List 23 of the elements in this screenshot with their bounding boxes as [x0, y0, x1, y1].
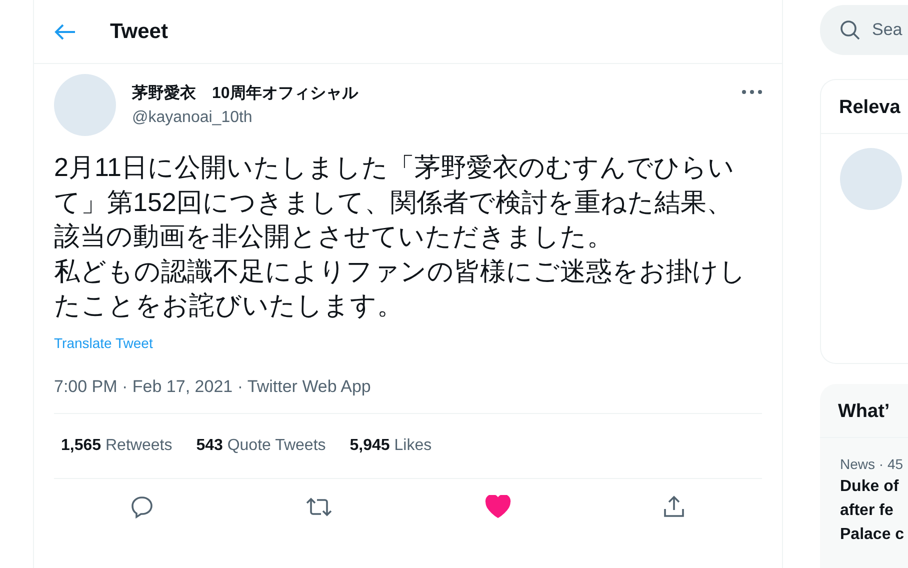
trend-headline[interactable]: Duke of after fe Palace c	[820, 474, 908, 546]
panel-title: What’	[820, 384, 908, 438]
panel-title: Releva	[821, 80, 908, 134]
author-handle[interactable]: @kayanoai_10th	[132, 106, 726, 130]
share-button[interactable]	[662, 495, 686, 520]
share-icon	[662, 495, 686, 520]
tweet-text: 私どもの認識不足によりファンの皆様にご迷惑をお掛けしたことをお詫びいたします。	[54, 254, 747, 322]
tweet-timestamp: 7:00 PM · Feb 17, 2021 · Twitter Web App	[54, 356, 762, 414]
stat-link[interactable]: 1,565 Retweets	[61, 434, 172, 458]
reply-icon	[130, 495, 154, 520]
page-title: Tweet	[110, 18, 168, 44]
tweet-text: 2月11日に公開いたしました「茅野愛衣のむすんでひらいて」第152回につきまして、関係者で検討を重ねた結果、該当の動画を非公開とさせていただきました。	[54, 151, 736, 254]
like-button[interactable]	[484, 495, 511, 520]
back-arrow-icon	[54, 22, 76, 40]
back-button[interactable]	[54, 22, 76, 40]
search-icon	[840, 20, 860, 40]
reply-button[interactable]	[130, 495, 154, 520]
trend-category: News · 45	[839, 454, 904, 474]
search-field[interactable]: Sea	[870, 16, 906, 44]
more-icon	[742, 90, 762, 94]
author-name[interactable]: 茅野愛衣 10周年オフィシャル	[132, 82, 726, 106]
stat-link[interactable]: 5,945 Likes	[350, 434, 432, 458]
stat-link[interactable]: 543 Quote Tweets	[196, 434, 326, 458]
